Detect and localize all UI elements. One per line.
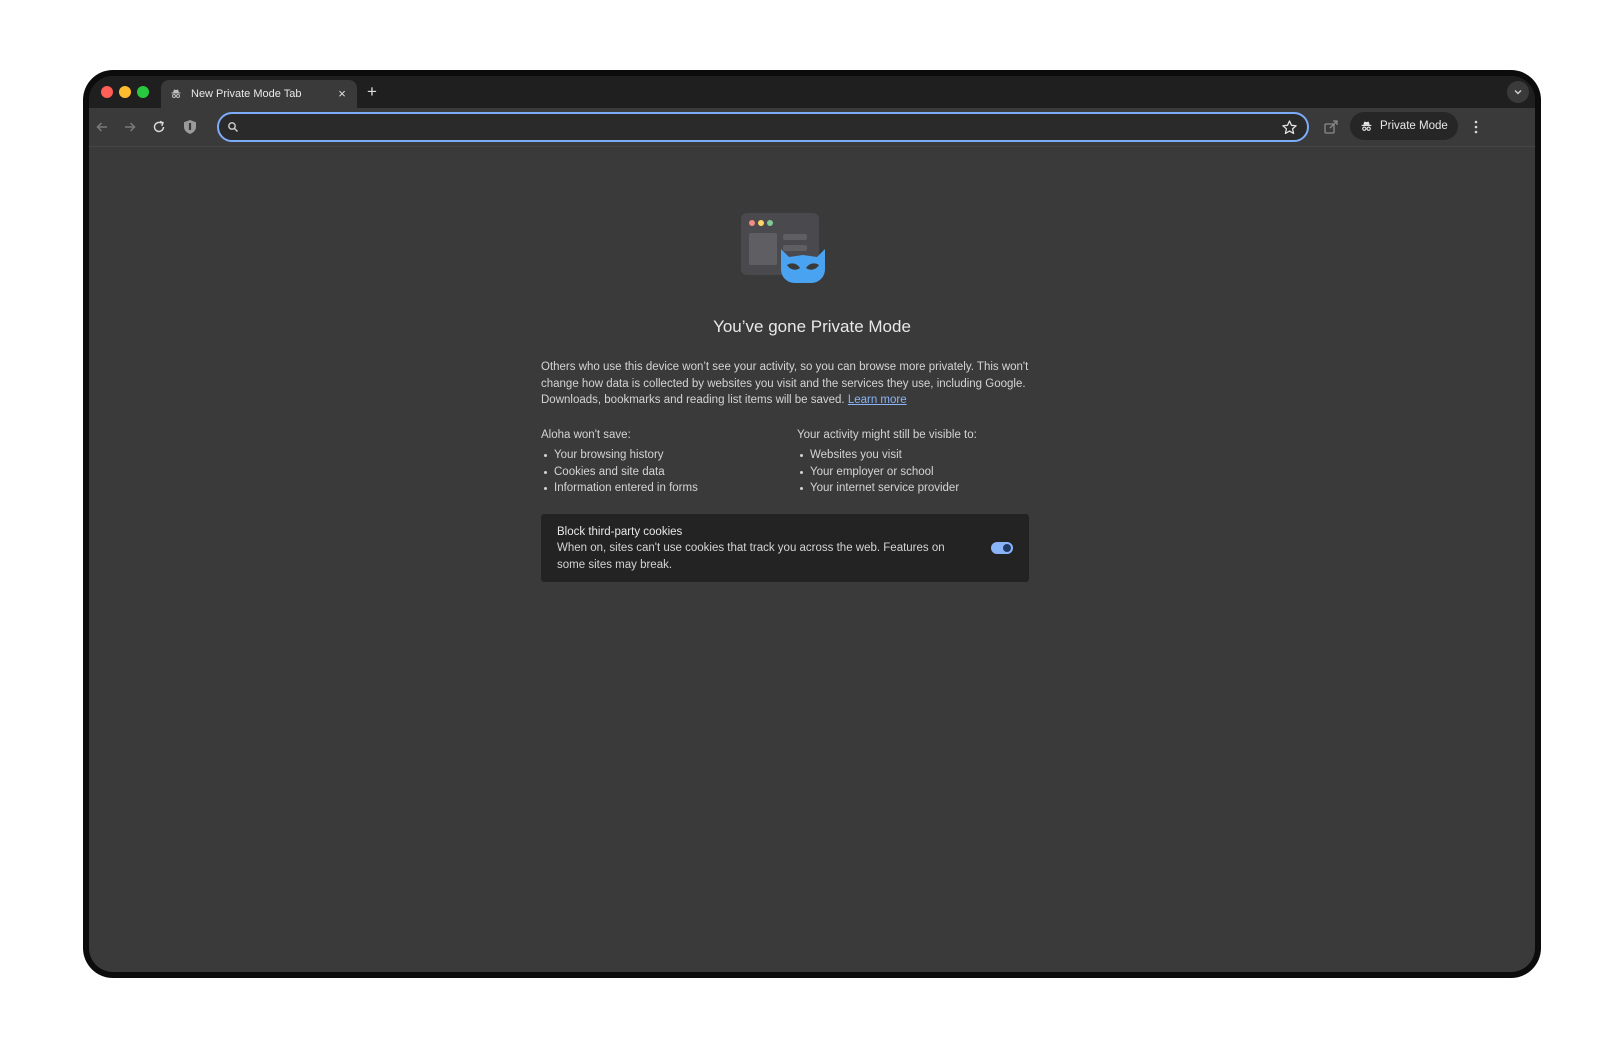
tab-close-button[interactable]: ×	[335, 87, 349, 101]
wont-save-section: Aloha won't save: Your browsing history …	[541, 427, 791, 497]
block-cookies-card: Block third-party cookies When on, sites…	[541, 514, 1029, 582]
incognito-icon	[169, 87, 183, 101]
list-item: Cookies and site data	[541, 464, 791, 481]
kebab-menu-icon	[1474, 120, 1478, 134]
still-visible-heading: Your activity might still be visible to:	[797, 429, 977, 441]
share-icon	[1324, 120, 1338, 134]
arrow-right-icon	[125, 122, 136, 132]
block-cookies-toggle[interactable]	[991, 542, 1013, 554]
toolbar: Private Mode	[89, 108, 1535, 147]
cookies-description: When on, sites can't use cookies that tr…	[557, 542, 945, 571]
list-item: Your employer or school	[797, 464, 1047, 481]
learn-more-link[interactable]: Learn more	[848, 394, 907, 406]
toggle-knob	[1003, 544, 1011, 552]
close-window-button[interactable]	[101, 86, 113, 98]
still-visible-list: Websites you visit Your employer or scho…	[797, 447, 1047, 497]
cookies-title: Block third-party cookies	[557, 526, 683, 538]
list-item: Your internet service provider	[797, 480, 1047, 497]
wont-save-list: Your browsing history Cookies and site d…	[541, 447, 791, 497]
title-bar: New Private Mode Tab × +	[89, 76, 1535, 108]
shield-icon	[184, 120, 196, 134]
minimize-window-button[interactable]	[119, 86, 131, 98]
new-tab-button[interactable]: +	[363, 83, 381, 101]
forward-button[interactable]	[120, 117, 140, 137]
private-mode-illustration	[741, 213, 831, 289]
share-button[interactable]	[1321, 117, 1341, 137]
shield-button[interactable]	[180, 117, 200, 137]
arrow-left-icon	[96, 122, 107, 132]
still-visible-section: Your activity might still be visible to:…	[797, 427, 1047, 497]
list-item: Information entered in forms	[541, 480, 791, 497]
bookmark-button[interactable]	[1279, 117, 1299, 137]
tab-title: New Private Mode Tab	[191, 88, 302, 100]
back-button[interactable]	[92, 117, 112, 137]
incognito-icon	[1360, 120, 1373, 133]
address-input[interactable]	[245, 118, 1279, 136]
tab-private-mode[interactable]: New Private Mode Tab ×	[161, 80, 357, 108]
maximize-window-button[interactable]	[137, 86, 149, 98]
address-bar[interactable]	[217, 112, 1309, 142]
description-text: Others who use this device won’t see you…	[541, 361, 1029, 406]
privacy-description: Others who use this device won’t see you…	[541, 359, 1033, 409]
reload-icon	[153, 120, 165, 133]
reload-button[interactable]	[149, 117, 169, 137]
search-icon	[227, 121, 239, 133]
private-mode-label: Private Mode	[1380, 120, 1448, 132]
star-icon	[1281, 119, 1297, 134]
menu-button[interactable]	[1466, 117, 1486, 137]
device-frame: New Private Mode Tab × + Private Mode Yo…	[83, 70, 1541, 978]
page-title: You’ve gone Private Mode	[713, 317, 911, 336]
chevron-down-icon	[1514, 90, 1522, 95]
tab-search-button[interactable]	[1507, 81, 1529, 103]
browser-window: New Private Mode Tab × + Private Mode Yo…	[89, 76, 1535, 972]
private-mode-button[interactable]: Private Mode	[1350, 112, 1458, 140]
wont-save-heading: Aloha won't save:	[541, 429, 631, 441]
list-item: Your browsing history	[541, 447, 791, 464]
page-content: You’ve gone Private Mode Others who use …	[89, 147, 1535, 972]
list-item: Websites you visit	[797, 447, 1047, 464]
